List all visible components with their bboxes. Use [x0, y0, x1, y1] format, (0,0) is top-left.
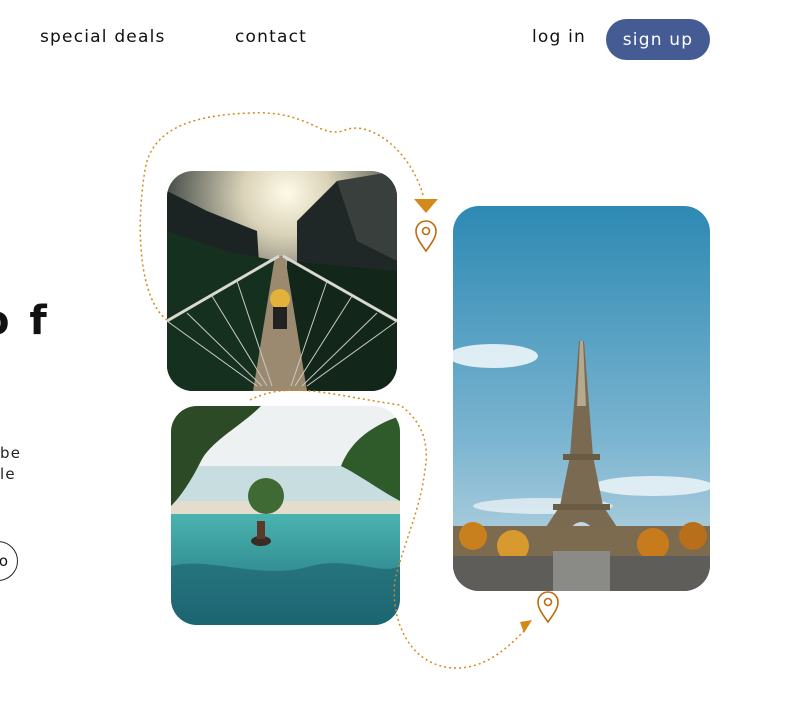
- arrow-head-icon: [520, 620, 532, 633]
- nav-login-link[interactable]: log in: [532, 27, 586, 47]
- location-pin-icon: [415, 220, 437, 253]
- location-pin-icon: [537, 591, 559, 624]
- sign-up-button[interactable]: sign up: [606, 19, 710, 60]
- hero-text-line-2: le: [0, 465, 16, 483]
- landing-page: special deals contact log in sign up o f…: [0, 0, 806, 710]
- pool-photo: [171, 406, 400, 625]
- nav-special-deals-link[interactable]: special deals: [40, 27, 166, 47]
- hero-text-line-1: be: [0, 444, 22, 462]
- hero-cta-button[interactable]: o: [0, 541, 18, 581]
- hero-title: o f: [0, 298, 50, 344]
- hero-cta-label: o: [0, 552, 8, 570]
- arrow-head-icon: [414, 199, 438, 213]
- nav-contact-link[interactable]: contact: [235, 27, 307, 47]
- bridge-photo: [167, 171, 397, 391]
- eiffel-tower-photo: [453, 206, 710, 591]
